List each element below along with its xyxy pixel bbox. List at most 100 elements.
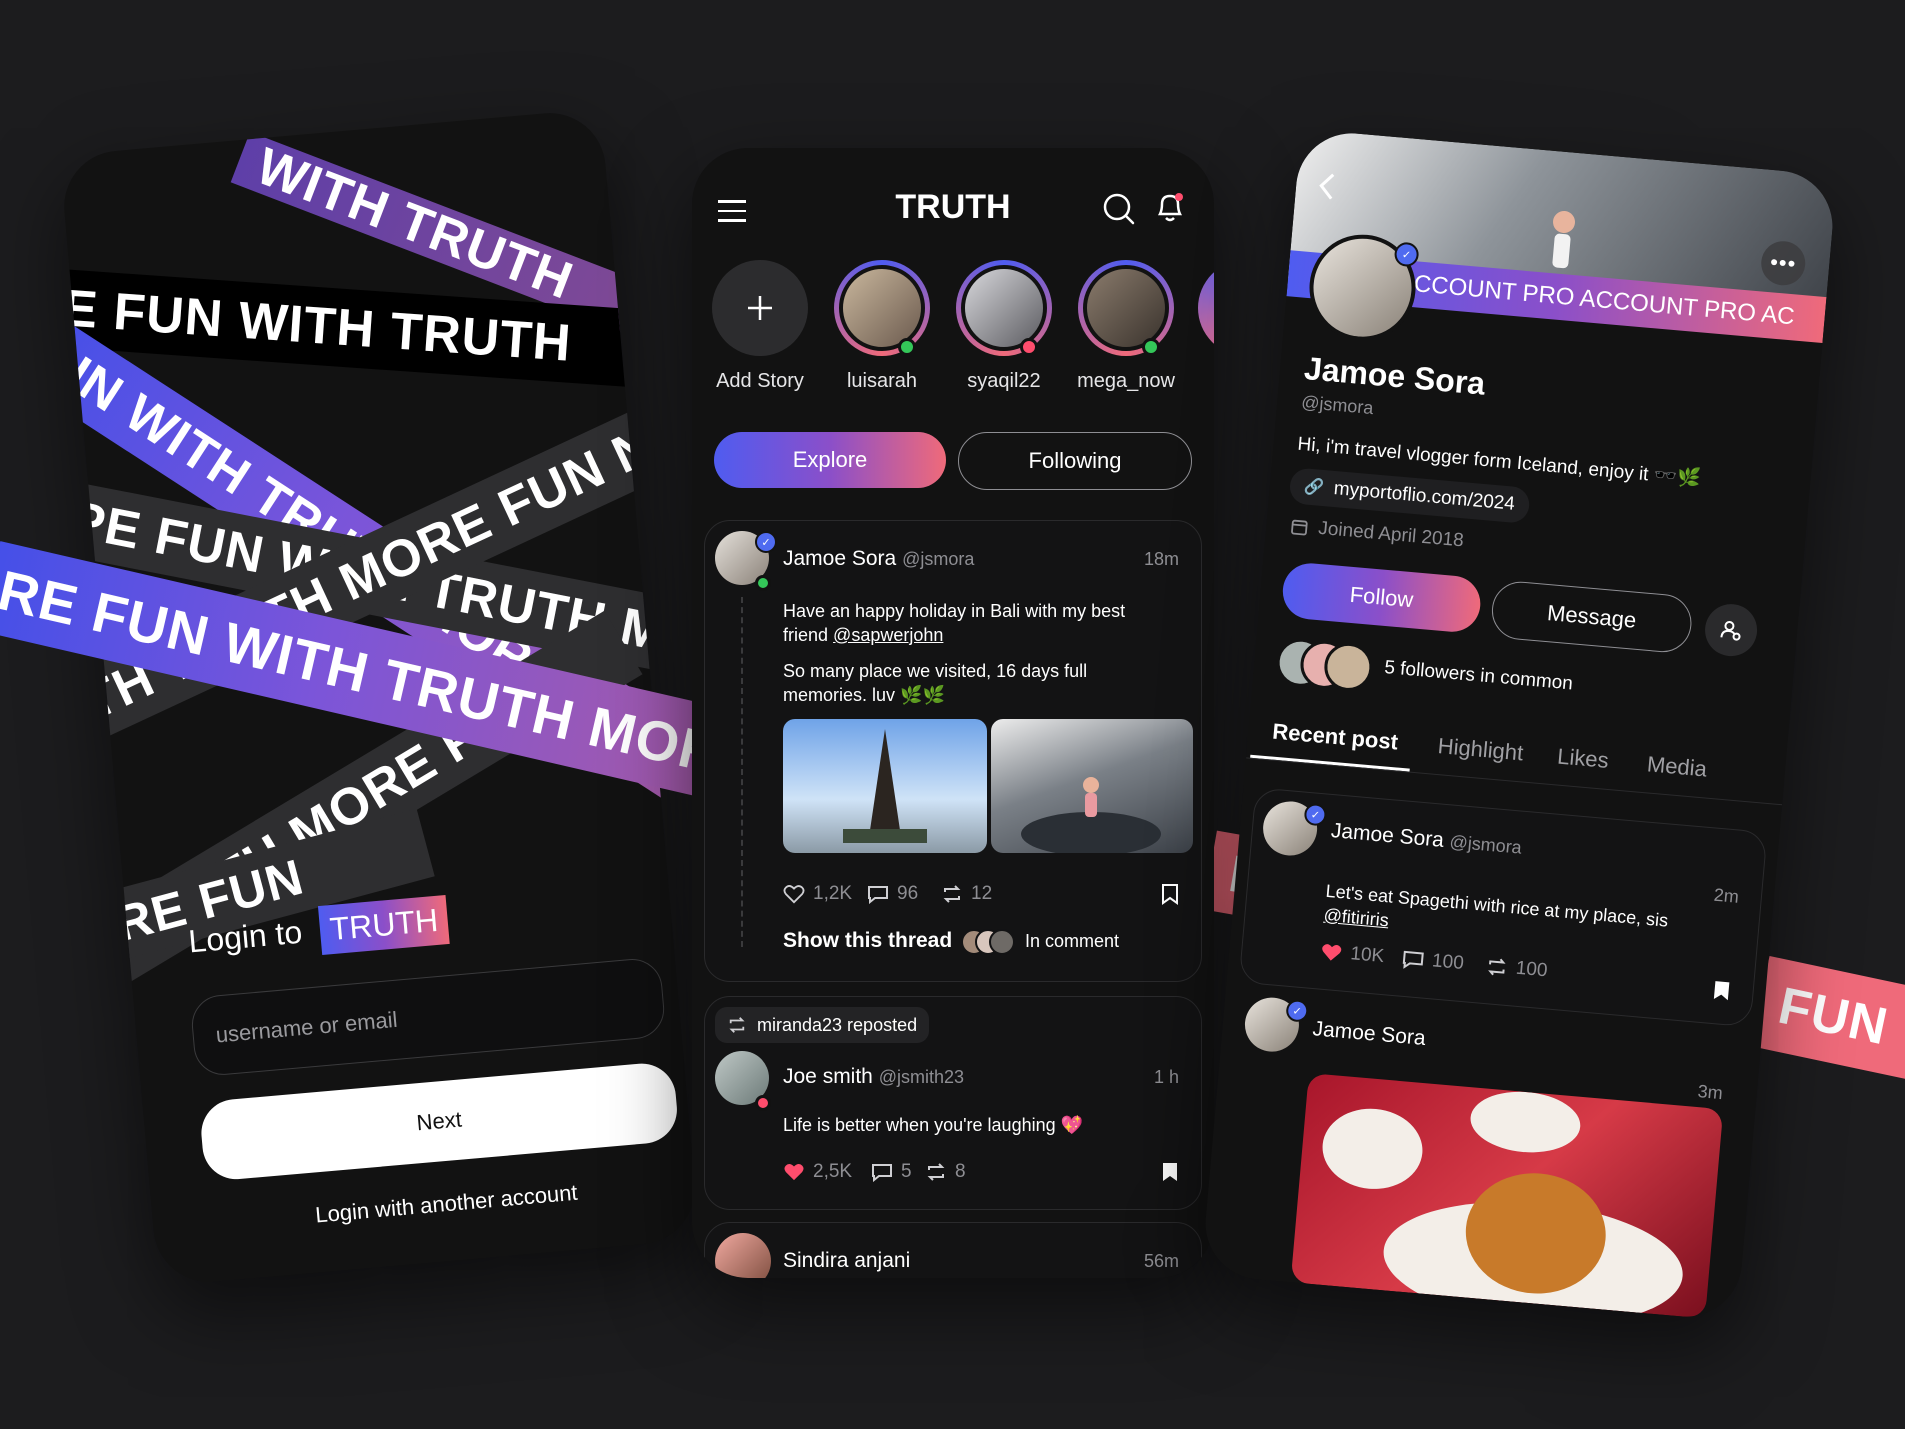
common-followers[interactable]: 5 followers in common [1274, 636, 1575, 707]
repost-icon [729, 1017, 745, 1033]
repost-button[interactable]: 100 [1485, 955, 1548, 982]
comment-count: 96 [897, 883, 919, 904]
story-item-partial[interactable] [1198, 260, 1214, 356]
back-icon[interactable] [1317, 171, 1338, 207]
story-item[interactable]: mega_now [1076, 260, 1176, 393]
like-count: 2,5K [813, 1161, 853, 1182]
post-image-temple[interactable] [783, 719, 987, 853]
author-name[interactable]: Jamoe Sora [783, 547, 896, 570]
post-card[interactable]: miranda23 reposted Joe smith @jsmith23 1… [704, 996, 1202, 1210]
repost-button[interactable]: 8 [925, 1161, 966, 1183]
story-item[interactable]: syaqil22 [954, 260, 1054, 393]
online-dot [755, 575, 771, 591]
bookmark-icon[interactable] [1161, 1161, 1179, 1188]
post-image-waterfall[interactable] [991, 719, 1193, 853]
add-story-button[interactable] [712, 260, 808, 356]
tab-highlight[interactable]: Highlight [1437, 733, 1524, 766]
like-button[interactable]: 1,2K [783, 883, 852, 905]
status-dot [755, 1095, 771, 1111]
post-text: So many place we visited, 16 days full m… [783, 661, 1088, 705]
bookmark-icon[interactable] [1161, 883, 1179, 910]
like-button[interactable]: 2,5K [783, 1161, 852, 1183]
author-name[interactable]: Jamoe Sora [1312, 1017, 1427, 1051]
author-handle: @jsmora [1448, 831, 1523, 858]
author-name[interactable]: Joe smith [783, 1065, 873, 1088]
author-name[interactable]: Jamoe Sora [1330, 819, 1445, 852]
common-followers-label: 5 followers in common [1383, 657, 1574, 695]
joined-label: Joined April 2018 [1317, 517, 1465, 552]
post-card[interactable]: Sindira anjani 56m [704, 1222, 1202, 1278]
story-name: syaqil22 [967, 370, 1041, 392]
tab-recent-post[interactable]: Recent post [1271, 719, 1399, 756]
repost-count: 8 [955, 1161, 966, 1182]
mention-link[interactable]: @sapwerjohn [833, 625, 943, 645]
tab-label: Media [1646, 751, 1708, 782]
post-time: 2m [1713, 884, 1740, 907]
story-name: Add Story [716, 370, 804, 392]
post-time: 3m [1696, 1081, 1724, 1104]
add-story[interactable]: Add Story [710, 260, 810, 393]
comment-icon [872, 1164, 892, 1182]
message-label: Message [1546, 600, 1638, 633]
follow-button[interactable]: Follow [1280, 561, 1483, 635]
story-name: luisarah [846, 370, 918, 392]
story-item[interactable]: luisarah [832, 260, 932, 393]
comment-icon [868, 886, 888, 904]
like-count: 10K [1349, 943, 1386, 968]
alt-login-label: Login with another account [314, 1179, 579, 1228]
comment-button[interactable]: 96 [867, 883, 918, 905]
heart-icon [783, 885, 805, 904]
avatar [1083, 265, 1169, 351]
avatar[interactable] [715, 1233, 771, 1278]
comment-label: In comment [1025, 931, 1120, 951]
comment-button[interactable]: 100 [1401, 948, 1465, 975]
plus-icon [748, 296, 772, 320]
follow-label: Follow [1348, 581, 1415, 613]
tab-media[interactable]: Media [1646, 751, 1708, 782]
show-thread-link[interactable]: Show this thread [783, 929, 952, 953]
online-dot [898, 338, 916, 356]
post-image-food[interactable] [1290, 1073, 1724, 1319]
add-user-icon[interactable] [1702, 601, 1760, 659]
repost-button[interactable]: 12 [941, 883, 992, 905]
status-dot [1020, 338, 1038, 356]
profile-handle: @jsmora [1300, 391, 1375, 419]
repost-icon [927, 1163, 945, 1181]
like-count: 1,2K [813, 883, 853, 904]
mention-link[interactable]: @fitiriris [1323, 905, 1390, 931]
message-button[interactable]: Message [1489, 579, 1694, 655]
author-name[interactable]: Sindira anjani [783, 1249, 910, 1273]
alt-login-link[interactable]: Login with another account [208, 1170, 684, 1237]
post-card[interactable]: ✓ Jamoe Sora @jsmora 18m Have an happy h… [704, 520, 1202, 982]
comment-count: 100 [1431, 950, 1465, 975]
tab-likes[interactable]: Likes [1556, 744, 1609, 774]
username-input[interactable]: username or email [189, 956, 667, 1078]
calendar-icon [1291, 519, 1308, 536]
profile-screen: ••• ACCOUNT PRO ACCOUNT PRO AC ✓ Jamoe S… [1200, 128, 1838, 1322]
like-button[interactable]: 10K [1320, 941, 1385, 968]
post-card[interactable]: ✓ Jamoe Sora @jsmora 2m Let's eat Spaget… [1238, 787, 1768, 1028]
show-thread-label: Show this thread [783, 929, 953, 952]
ribbon-text: E FUN WITH TRUTH [60, 279, 574, 373]
link-text: myportoflio.com/2024 [1332, 478, 1516, 515]
repost-label: miranda23 reposted [757, 1014, 918, 1035]
next-button[interactable]: Next [198, 1060, 680, 1183]
online-dot [1142, 338, 1160, 356]
author-handle: @jsmora [902, 549, 975, 569]
author-handle: @jsmith23 [878, 1067, 965, 1087]
bookmark-icon[interactable] [1711, 979, 1731, 1007]
bell-icon[interactable] [1154, 190, 1186, 229]
profile-link[interactable]: 🔗 myportoflio.com/2024 [1288, 467, 1531, 524]
tab-label: Recent post [1271, 718, 1400, 755]
tab-following-label: Following [1028, 448, 1122, 473]
tab-explore[interactable]: Explore [714, 432, 946, 488]
username-placeholder: username or email [214, 1006, 399, 1048]
ribbon-text: FUN W [1773, 976, 1905, 1070]
post-time: 18m [1143, 549, 1179, 569]
comment-button[interactable]: 5 [871, 1161, 912, 1183]
search-icon[interactable] [1102, 192, 1136, 231]
thread-line [741, 597, 743, 947]
tab-following[interactable]: Following [958, 432, 1192, 490]
repost-icon [943, 885, 961, 903]
ribbon: FUN W [1750, 956, 1905, 1092]
